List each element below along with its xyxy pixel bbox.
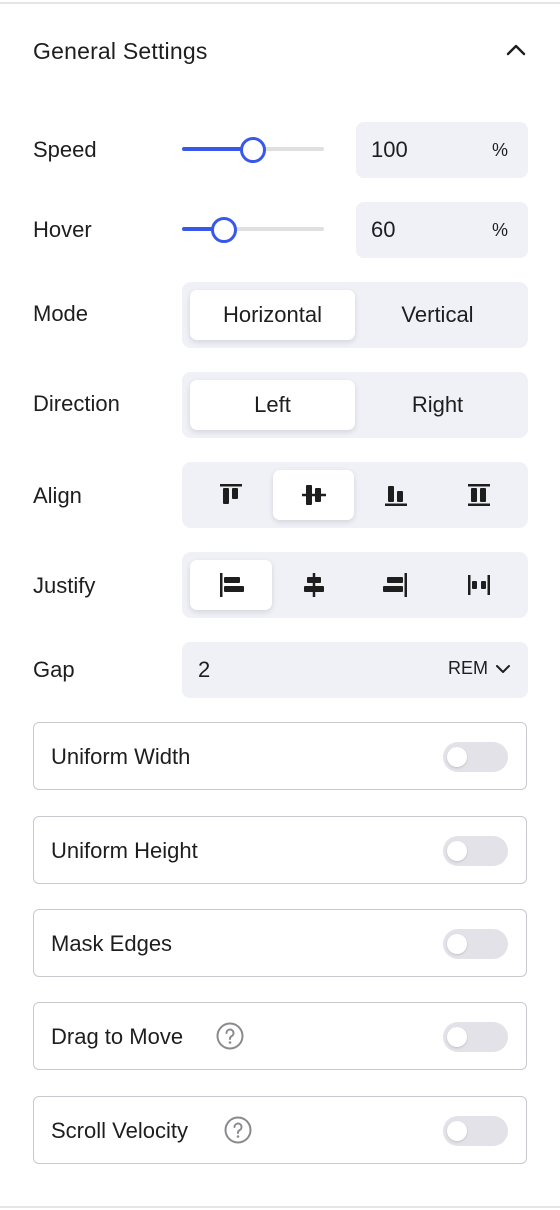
- justify-center-icon[interactable]: [273, 560, 354, 610]
- direction-label: Direction: [33, 391, 120, 416]
- mode-option-vertical[interactable]: Vertical: [355, 290, 520, 340]
- hover-unit: %: [491, 220, 508, 240]
- scroll-velocity-toggle[interactable]: [443, 1116, 508, 1146]
- toggle-knob: [447, 1121, 467, 1141]
- justify-end-icon[interactable]: [355, 560, 437, 610]
- toggle-knob: [447, 934, 467, 954]
- hover-input[interactable]: 60 %: [356, 202, 528, 258]
- align-top-icon[interactable]: [190, 470, 272, 520]
- align-bottom-icon[interactable]: [355, 470, 437, 520]
- gap-label: Gap: [33, 657, 75, 682]
- direction-segmented-control: Left Right: [182, 372, 528, 438]
- direction-option-right[interactable]: Right: [355, 380, 520, 430]
- align-label: Align: [33, 483, 82, 508]
- justify-label: Justify: [33, 573, 96, 598]
- justify-space-between-icon[interactable]: [438, 560, 520, 610]
- gap-unit-select[interactable]: REM: [448, 658, 512, 679]
- toggle-knob: [447, 1027, 467, 1047]
- align-center-icon[interactable]: [273, 470, 354, 520]
- toggle-card-uniform-width: Uniform Width: [33, 722, 527, 790]
- mask-edges-toggle[interactable]: [443, 929, 508, 959]
- toggle-card-mask-edges: Mask Edges: [33, 909, 527, 977]
- toggle-knob: [447, 841, 467, 861]
- uniform-height-toggle[interactable]: [443, 836, 508, 866]
- scroll-velocity-label: Scroll Velocity: [51, 1118, 188, 1143]
- uniform-width-label: Uniform Width: [51, 744, 191, 769]
- mask-edges-label: Mask Edges: [51, 931, 173, 956]
- justify-segmented-control: [182, 552, 528, 618]
- uniform-height-label: Uniform Height: [51, 838, 198, 863]
- speed-value: 100: [371, 137, 408, 162]
- speed-slider[interactable]: [182, 137, 324, 163]
- hover-value: 60: [371, 217, 396, 242]
- slider-thumb[interactable]: [211, 217, 238, 243]
- speed-label: Speed: [33, 137, 97, 162]
- toggle-card-drag-to-move: Drag to Move: [33, 1002, 527, 1070]
- uniform-width-toggle[interactable]: [443, 742, 508, 772]
- panel-header[interactable]: General Settings: [0, 20, 560, 84]
- chevron-up-icon[interactable]: [500, 34, 532, 66]
- speed-unit: %: [491, 140, 508, 160]
- help-icon[interactable]: [223, 1115, 253, 1145]
- speed-input[interactable]: 100 %: [356, 122, 528, 178]
- top-divider: [0, 2, 560, 4]
- toggle-card-scroll-velocity: Scroll Velocity: [33, 1096, 527, 1164]
- gap-value: 2: [198, 657, 211, 682]
- help-icon[interactable]: [215, 1021, 245, 1051]
- gap-unit: REM: [448, 658, 488, 678]
- drag-to-move-toggle[interactable]: [443, 1022, 508, 1052]
- drag-to-move-label: Drag to Move: [51, 1024, 184, 1049]
- align-stretch-icon[interactable]: [438, 470, 520, 520]
- mode-label: Mode: [33, 301, 89, 326]
- direction-option-left[interactable]: Left: [190, 380, 355, 430]
- toggle-knob: [447, 747, 467, 767]
- bottom-divider: [0, 1206, 560, 1208]
- panel-title: General Settings: [33, 38, 208, 64]
- hover-slider[interactable]: [182, 217, 324, 243]
- hover-label: Hover: [33, 217, 92, 242]
- mode-segmented-control: Horizontal Vertical: [182, 282, 528, 348]
- toggle-card-uniform-height: Uniform Height: [33, 816, 527, 884]
- align-segmented-control: [182, 462, 528, 528]
- slider-thumb[interactable]: [239, 137, 266, 163]
- chevron-down-icon: [496, 664, 510, 673]
- justify-start-icon[interactable]: [190, 560, 272, 610]
- gap-input[interactable]: 2 REM: [182, 642, 528, 698]
- mode-option-horizontal[interactable]: Horizontal: [190, 290, 355, 340]
